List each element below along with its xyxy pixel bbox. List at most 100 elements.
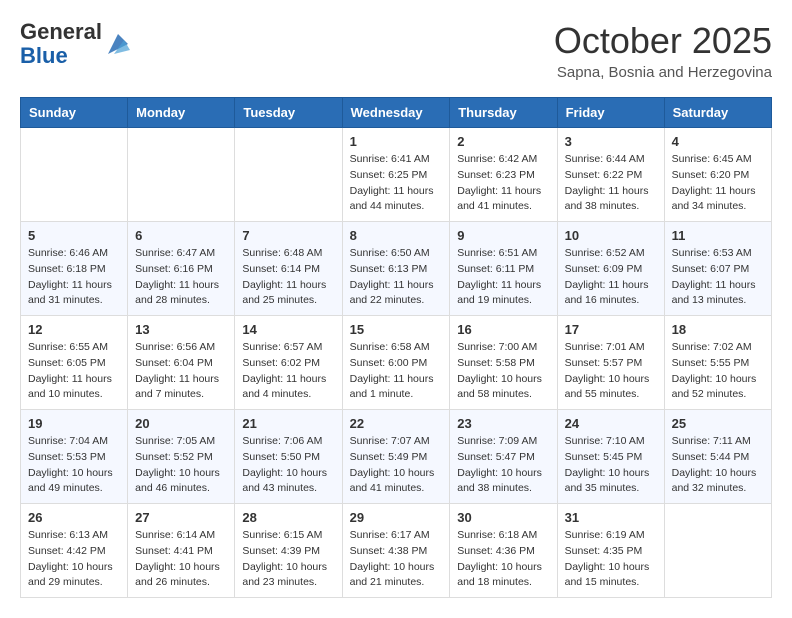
day-info: Sunrise: 7:11 AMSunset: 5:44 PMDaylight:…: [672, 434, 764, 497]
day-info: Sunrise: 6:53 AMSunset: 6:07 PMDaylight:…: [672, 246, 764, 309]
day-info: Sunrise: 7:04 AMSunset: 5:53 PMDaylight:…: [28, 434, 120, 497]
calendar-cell: [235, 128, 342, 222]
calendar-cell: 16Sunrise: 7:00 AMSunset: 5:58 PMDayligh…: [450, 316, 557, 410]
calendar-cell: 23Sunrise: 7:09 AMSunset: 5:47 PMDayligh…: [450, 410, 557, 504]
day-number: 3: [565, 134, 657, 149]
day-info: Sunrise: 7:07 AMSunset: 5:49 PMDaylight:…: [350, 434, 443, 497]
calendar-cell: 17 Sunrise: 7:01 AMSunset: 5:57 PMDayligh…: [557, 316, 664, 410]
day-number: 18: [672, 322, 764, 337]
calendar-cell: 5Sunrise: 6:46 AMSunset: 6:18 PMDaylight…: [21, 222, 128, 316]
logo-blue-text: Blue: [20, 43, 68, 68]
calendar-cell: 1 Sunrise: 6:41 AMSunset: 6:25 PMDaylight…: [342, 128, 450, 222]
day-number: 15: [350, 322, 443, 337]
day-info: Sunrise: 6:51 AMSunset: 6:11 PMDaylight:…: [457, 246, 549, 309]
day-number: 21: [242, 416, 334, 431]
day-number: 5: [28, 228, 120, 243]
calendar-cell: 19 Sunrise: 7:04 AMSunset: 5:53 PMDayligh…: [21, 410, 128, 504]
day-number: 28: [242, 510, 334, 525]
day-number: 20: [135, 416, 227, 431]
day-number: 9: [457, 228, 549, 243]
day-number: 10: [565, 228, 657, 243]
day-number: 8: [350, 228, 443, 243]
day-info: Sunrise: 6:55 AMSunset: 6:05 PMDaylight:…: [28, 340, 120, 403]
calendar-week-1: 1 Sunrise: 6:41 AMSunset: 6:25 PMDaylight…: [21, 128, 772, 222]
day-info: Sunrise: 6:57 AMSunset: 6:02 PMDaylight:…: [242, 340, 334, 403]
day-info: Sunrise: 7:06 AMSunset: 5:50 PMDaylight:…: [242, 434, 334, 497]
day-number: 7: [242, 228, 334, 243]
calendar-cell: 4 Sunrise: 6:45 AMSunset: 6:20 PMDaylight…: [664, 128, 771, 222]
calendar-cell: 9 Sunrise: 6:51 AMSunset: 6:11 PMDaylight…: [450, 222, 557, 316]
calendar-cell: [664, 504, 771, 598]
weekday-header-monday: Monday: [128, 98, 235, 128]
day-number: 14: [242, 322, 334, 337]
day-info: Sunrise: 6:52 AMSunset: 6:09 PMDaylight:…: [565, 246, 657, 309]
day-info: Sunrise: 7:09 AMSunset: 5:47 PMDaylight:…: [457, 434, 549, 497]
day-info: Sunrise: 6:58 AMSunset: 6:00 PMDaylight:…: [350, 340, 443, 403]
calendar-week-3: 12 Sunrise: 6:55 AMSunset: 6:05 PMDayligh…: [21, 316, 772, 410]
day-number: 19: [28, 416, 120, 431]
page-header: General Blue October 2025 Sapna, Bosnia …: [20, 20, 772, 81]
calendar-cell: 26Sunrise: 6:13 AMSunset: 4:42 PMDayligh…: [21, 504, 128, 598]
day-number: 26: [28, 510, 120, 525]
day-number: 2: [457, 134, 549, 149]
logo: General Blue: [20, 20, 132, 68]
weekday-header-sunday: Sunday: [21, 98, 128, 128]
month-title: October 2025: [554, 20, 772, 62]
calendar-cell: 11Sunrise: 6:53 AMSunset: 6:07 PMDayligh…: [664, 222, 771, 316]
calendar-cell: [128, 128, 235, 222]
logo-general-text: General: [20, 19, 102, 44]
calendar-week-4: 19 Sunrise: 7:04 AMSunset: 5:53 PMDayligh…: [21, 410, 772, 504]
calendar-cell: 30Sunrise: 6:18 AMSunset: 4:36 PMDayligh…: [450, 504, 557, 598]
day-info: Sunrise: 6:50 AMSunset: 6:13 PMDaylight:…: [350, 246, 443, 309]
weekday-header-friday: Friday: [557, 98, 664, 128]
calendar-cell: 12 Sunrise: 6:55 AMSunset: 6:05 PMDayligh…: [21, 316, 128, 410]
day-info: Sunrise: 7:02 AMSunset: 5:55 PMDaylight:…: [672, 340, 764, 403]
day-number: 6: [135, 228, 227, 243]
day-info: Sunrise: 6:45 AMSunset: 6:20 PMDaylight:…: [672, 152, 764, 215]
calendar-cell: 18 Sunrise: 7:02 AMSunset: 5:55 PMDayligh…: [664, 316, 771, 410]
calendar-cell: 10 Sunrise: 6:52 AMSunset: 6:09 PMDayligh…: [557, 222, 664, 316]
calendar-week-2: 5Sunrise: 6:46 AMSunset: 6:18 PMDaylight…: [21, 222, 772, 316]
day-number: 17: [565, 322, 657, 337]
logo-icon: [104, 30, 132, 58]
day-info: Sunrise: 6:19 AMSunset: 4:35 PMDaylight:…: [565, 528, 657, 591]
day-number: 31: [565, 510, 657, 525]
day-number: 27: [135, 510, 227, 525]
calendar-cell: [21, 128, 128, 222]
calendar-cell: 8 Sunrise: 6:50 AMSunset: 6:13 PMDaylight…: [342, 222, 450, 316]
calendar-cell: 2 Sunrise: 6:42 AMSunset: 6:23 PMDaylight…: [450, 128, 557, 222]
calendar-table: SundayMondayTuesdayWednesdayThursdayFrid…: [20, 97, 772, 598]
day-number: 16: [457, 322, 549, 337]
weekday-header-thursday: Thursday: [450, 98, 557, 128]
day-number: 30: [457, 510, 549, 525]
day-info: Sunrise: 6:56 AMSunset: 6:04 PMDaylight:…: [135, 340, 227, 403]
weekday-header-saturday: Saturday: [664, 98, 771, 128]
day-info: Sunrise: 7:01 AMSunset: 5:57 PMDaylight:…: [565, 340, 657, 403]
day-number: 24: [565, 416, 657, 431]
day-info: Sunrise: 6:48 AMSunset: 6:14 PMDaylight:…: [242, 246, 334, 309]
day-number: 13: [135, 322, 227, 337]
day-info: Sunrise: 6:42 AMSunset: 6:23 PMDaylight:…: [457, 152, 549, 215]
calendar-cell: 14 Sunrise: 6:57 AMSunset: 6:02 PMDayligh…: [235, 316, 342, 410]
day-number: 1: [350, 134, 443, 149]
calendar-cell: 22Sunrise: 7:07 AMSunset: 5:49 PMDayligh…: [342, 410, 450, 504]
day-number: 12: [28, 322, 120, 337]
location-subtitle: Sapna, Bosnia and Herzegovina: [554, 64, 772, 81]
day-info: Sunrise: 7:10 AMSunset: 5:45 PMDaylight:…: [565, 434, 657, 497]
calendar-cell: 24 Sunrise: 7:10 AMSunset: 5:45 PMDayligh…: [557, 410, 664, 504]
day-info: Sunrise: 6:41 AMSunset: 6:25 PMDaylight:…: [350, 152, 443, 215]
calendar-cell: 29 Sunrise: 6:17 AMSunset: 4:38 PMDayligh…: [342, 504, 450, 598]
day-number: 4: [672, 134, 764, 149]
day-info: Sunrise: 7:05 AMSunset: 5:52 PMDaylight:…: [135, 434, 227, 497]
calendar-cell: 27Sunrise: 6:14 AMSunset: 4:41 PMDayligh…: [128, 504, 235, 598]
calendar-week-5: 26Sunrise: 6:13 AMSunset: 4:42 PMDayligh…: [21, 504, 772, 598]
calendar-cell: 7 Sunrise: 6:48 AMSunset: 6:14 PMDaylight…: [235, 222, 342, 316]
calendar-header-row: SundayMondayTuesdayWednesdayThursdayFrid…: [21, 98, 772, 128]
day-info: Sunrise: 6:17 AMSunset: 4:38 PMDaylight:…: [350, 528, 443, 591]
day-info: Sunrise: 6:44 AMSunset: 6:22 PMDaylight:…: [565, 152, 657, 215]
weekday-header-wednesday: Wednesday: [342, 98, 450, 128]
calendar-cell: 25Sunrise: 7:11 AMSunset: 5:44 PMDayligh…: [664, 410, 771, 504]
calendar-cell: 15 Sunrise: 6:58 AMSunset: 6:00 PMDayligh…: [342, 316, 450, 410]
weekday-header-tuesday: Tuesday: [235, 98, 342, 128]
day-number: 29: [350, 510, 443, 525]
